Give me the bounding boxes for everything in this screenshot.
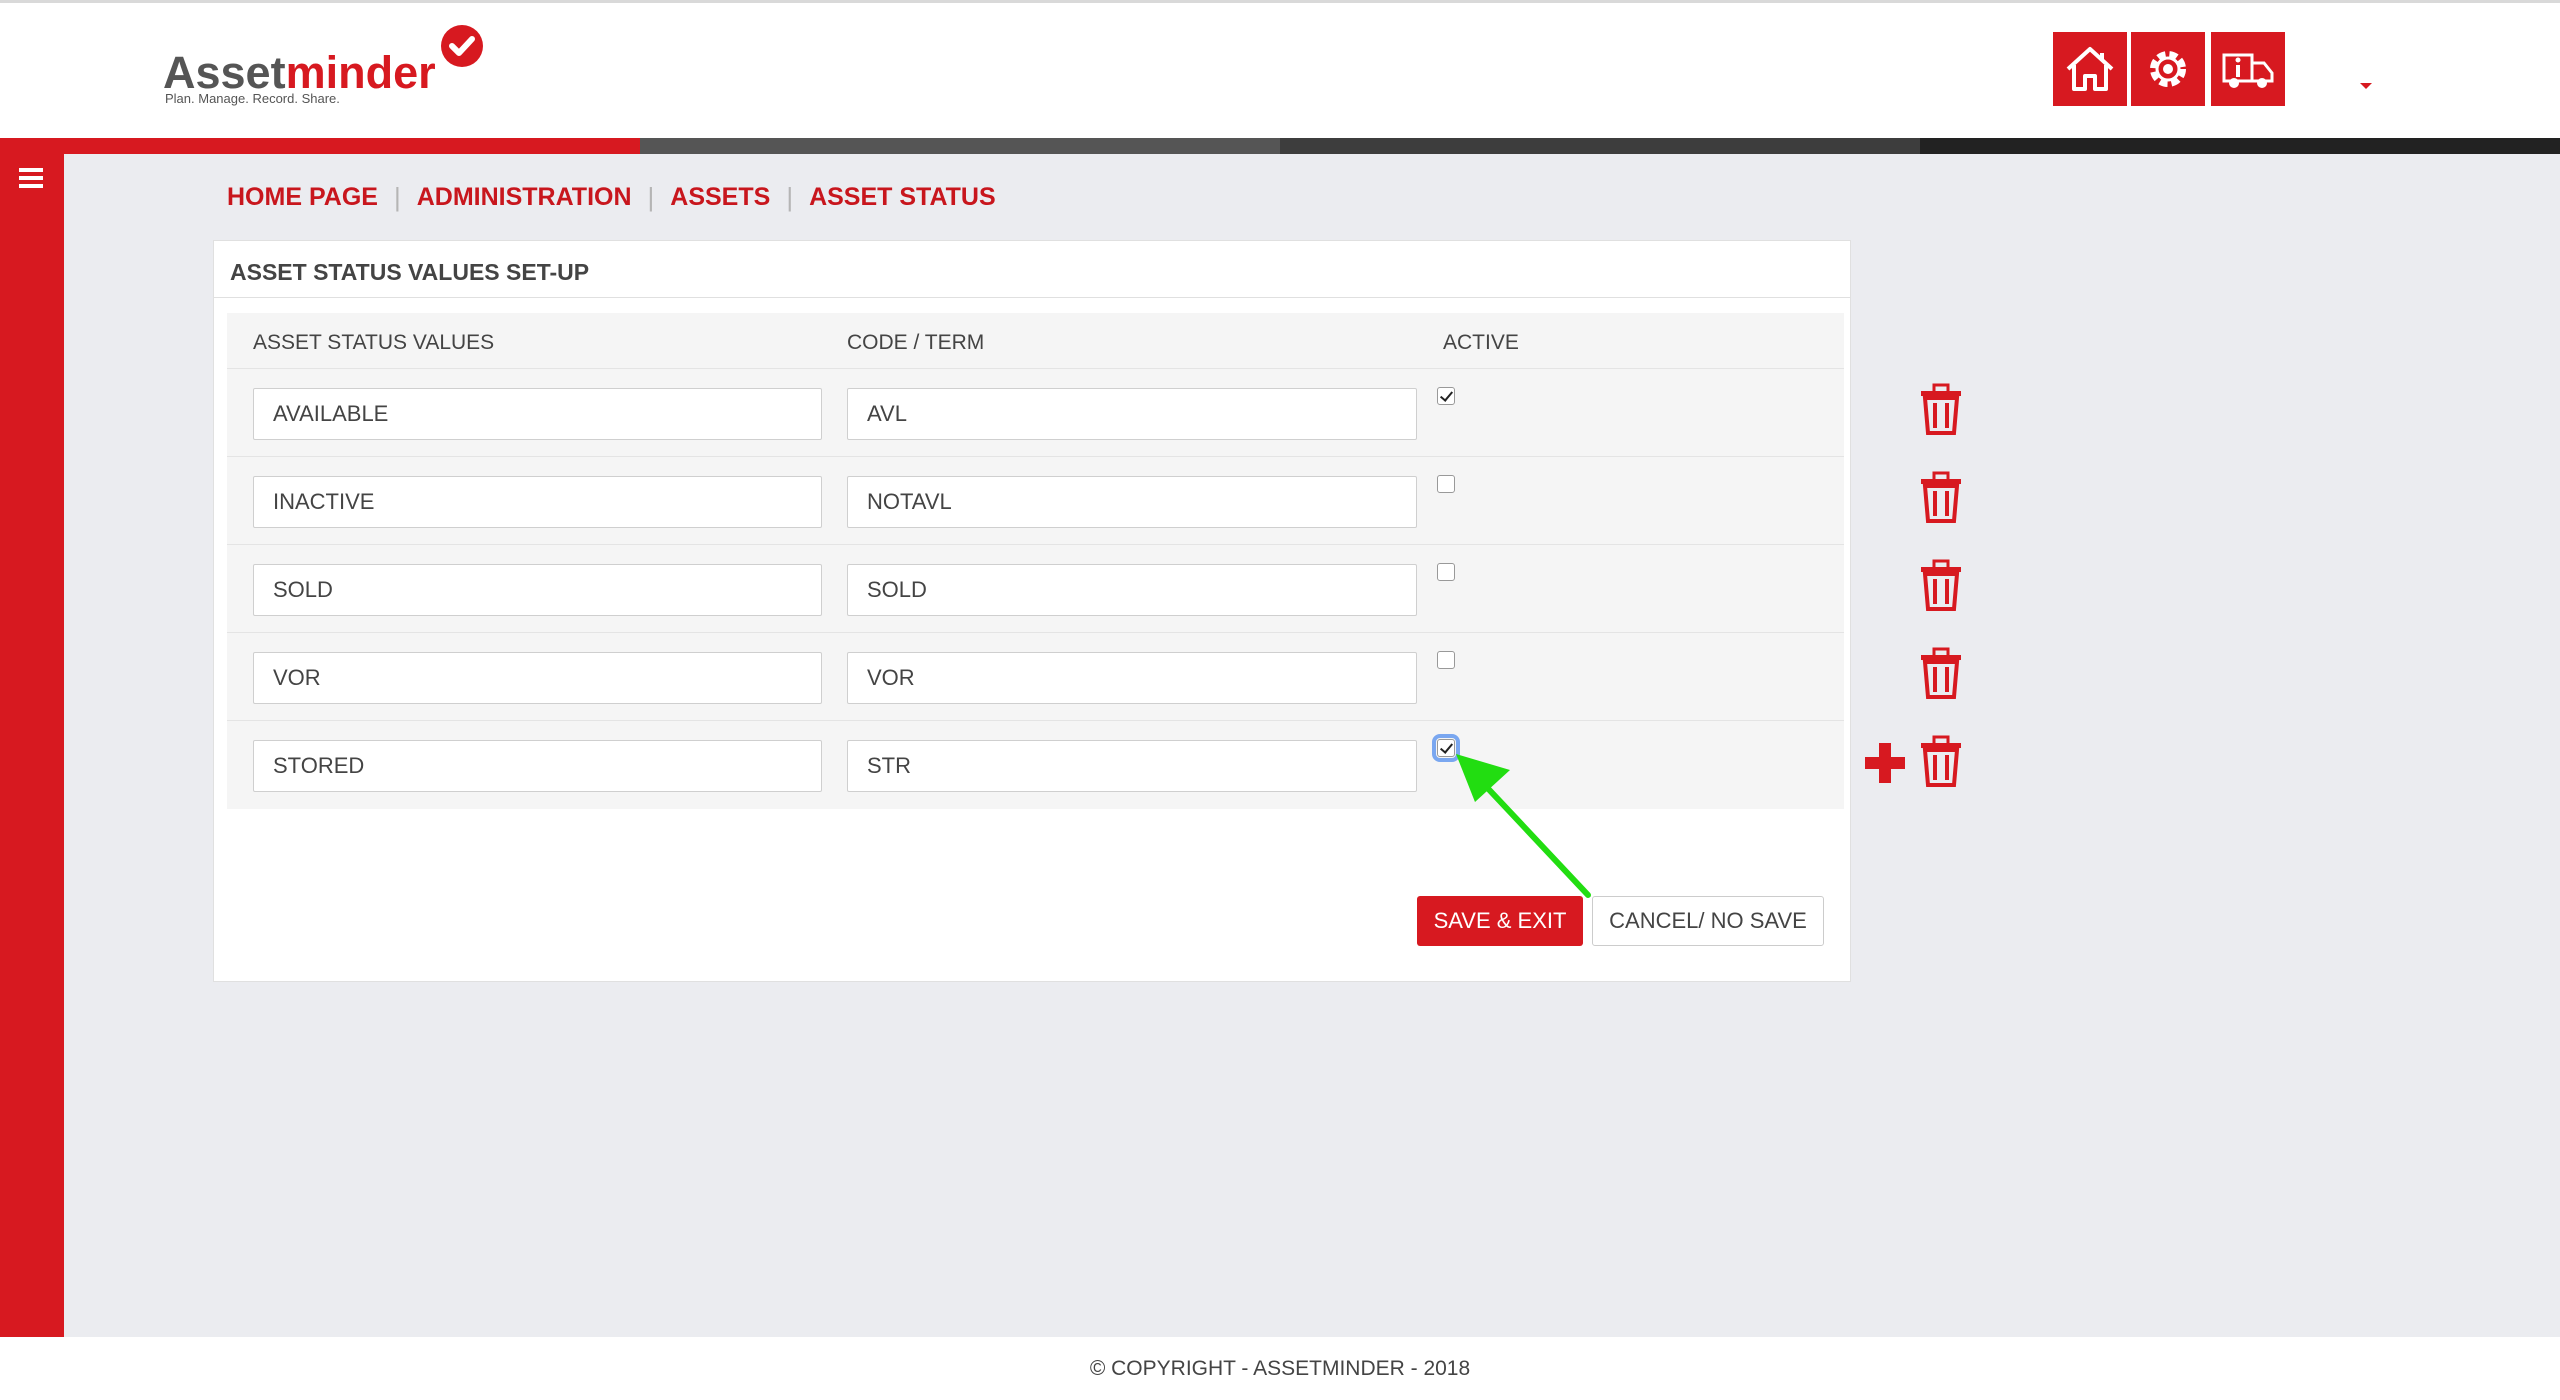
code-input[interactable]: VOR bbox=[847, 652, 1417, 704]
column-header-active: ACTIVE bbox=[1443, 331, 1519, 354]
table-row: VOR VOR bbox=[227, 633, 1961, 721]
status-value-input[interactable]: INACTIVE bbox=[253, 476, 822, 528]
breadcrumb-asset-status[interactable]: ASSET STATUS bbox=[809, 183, 996, 212]
copyright-text: © COPYRIGHT - ASSETMINDER - 2018 bbox=[1089, 1356, 1471, 1380]
cancel-no-save-button[interactable]: CANCEL/ NO SAVE bbox=[1592, 896, 1824, 946]
column-header-status-value: ASSET STATUS VALUES bbox=[253, 331, 495, 354]
breadcrumb-administration[interactable]: ADMINISTRATION bbox=[417, 183, 632, 212]
user-menu-caret-icon[interactable] bbox=[2360, 83, 2372, 89]
breadcrumb-home[interactable]: HOME PAGE bbox=[227, 183, 378, 212]
active-checkbox[interactable] bbox=[1437, 475, 1455, 493]
page-footer: © COPYRIGHT - ASSETMINDER - 2018 bbox=[0, 1337, 2560, 1400]
status-value-input[interactable]: AVAILABLE bbox=[253, 388, 822, 440]
trash-icon[interactable] bbox=[1919, 647, 1963, 699]
stripe-segment bbox=[1280, 138, 1920, 154]
add-row-plus-icon[interactable] bbox=[1863, 741, 1907, 785]
table-row: INACTIVE NOTAVL bbox=[227, 457, 1961, 545]
trash-icon[interactable] bbox=[1919, 471, 1963, 523]
code-input[interactable]: NOTAVL bbox=[847, 476, 1417, 528]
breadcrumb-assets[interactable]: ASSETS bbox=[670, 183, 770, 212]
status-value-input[interactable]: VOR bbox=[253, 652, 822, 704]
breadcrumb-separator: | bbox=[647, 181, 655, 212]
vehicle-info-button[interactable] bbox=[2211, 32, 2285, 106]
settings-icon bbox=[2150, 51, 2186, 87]
logo-check-icon bbox=[441, 25, 483, 67]
active-checkbox[interactable] bbox=[1437, 387, 1455, 405]
settings-button[interactable] bbox=[2131, 32, 2205, 106]
menu-icon[interactable] bbox=[19, 168, 43, 188]
stripe-segment bbox=[640, 138, 1280, 154]
trash-icon[interactable] bbox=[1919, 735, 1963, 787]
active-checkbox[interactable] bbox=[1437, 563, 1455, 581]
trash-icon[interactable] bbox=[1919, 559, 1963, 611]
panel-divider bbox=[214, 297, 1850, 298]
status-value-input[interactable]: STORED bbox=[253, 740, 822, 792]
active-checkbox[interactable] bbox=[1437, 651, 1455, 669]
status-table: ASSET STATUS VALUES CODE / TERM ACTIVE A… bbox=[227, 313, 1961, 809]
column-header-code: CODE / TERM bbox=[847, 331, 985, 354]
table-row: SOLD SOLD bbox=[227, 545, 1961, 633]
stripe-segment bbox=[0, 138, 640, 154]
code-input[interactable]: SOLD bbox=[847, 564, 1417, 616]
table-header: ASSET STATUS VALUES CODE / TERM ACTIVE bbox=[227, 313, 1844, 369]
truck-info-icon bbox=[2222, 53, 2274, 88]
code-input[interactable]: AVL bbox=[847, 388, 1417, 440]
sidebar bbox=[0, 154, 64, 1337]
status-value-input[interactable]: SOLD bbox=[253, 564, 822, 616]
assetminder-logo[interactable]: Assetminder Plan. Manage. Record. Share. bbox=[163, 25, 493, 115]
stripe-segment bbox=[1920, 138, 2560, 154]
table-row: AVAILABLE AVL bbox=[227, 369, 1961, 457]
home-button[interactable] bbox=[2053, 32, 2127, 106]
header-stripe bbox=[0, 138, 2560, 154]
code-input[interactable]: STR bbox=[847, 740, 1417, 792]
annotation-arrow-icon bbox=[1456, 754, 1591, 898]
home-icon bbox=[2066, 47, 2114, 91]
panel-title: ASSET STATUS VALUES SET-UP bbox=[230, 259, 590, 285]
breadcrumb-separator: | bbox=[786, 181, 794, 212]
breadcrumb-separator: | bbox=[393, 181, 401, 212]
trash-icon[interactable] bbox=[1919, 383, 1963, 435]
breadcrumb: HOME PAGE | ADMINISTRATION | ASSETS | AS… bbox=[227, 181, 996, 213]
logo-tagline: Plan. Manage. Record. Share. bbox=[165, 91, 340, 106]
app-header: Assetminder Plan. Manage. Record. Share. bbox=[0, 0, 2560, 138]
